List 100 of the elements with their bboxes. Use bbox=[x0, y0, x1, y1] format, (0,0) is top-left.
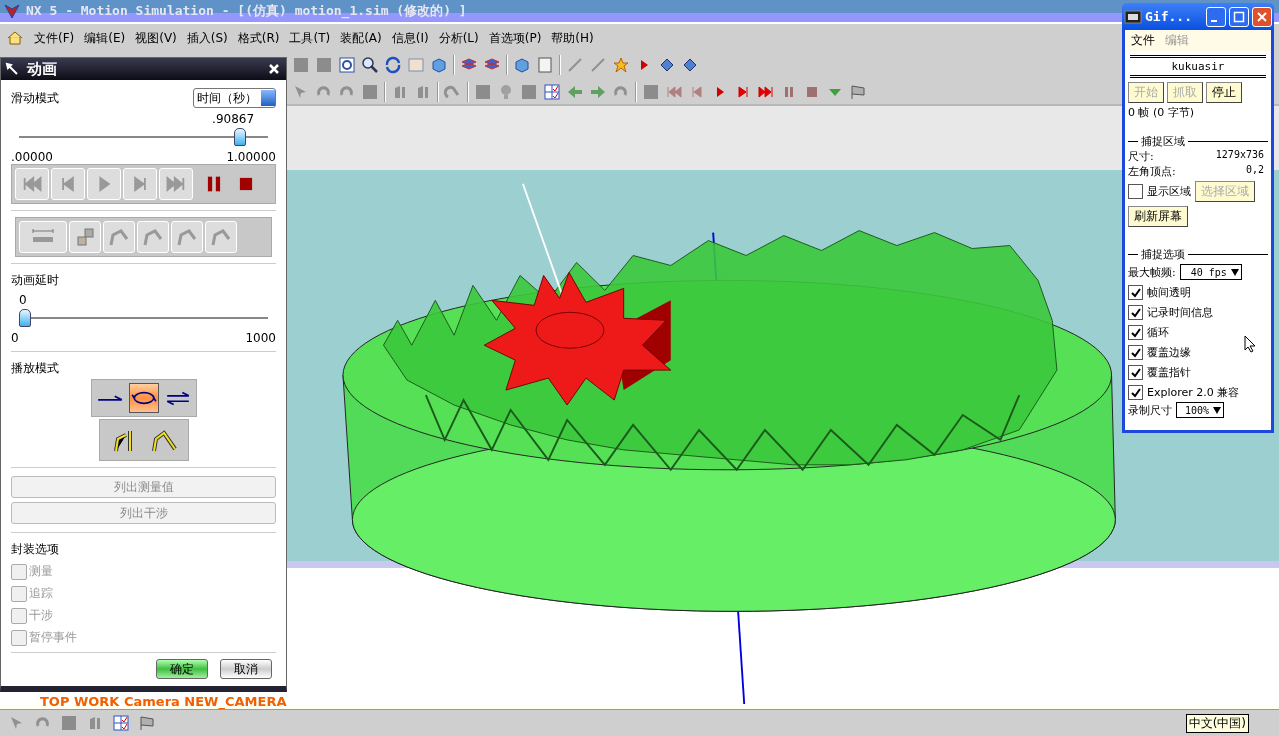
page-icon[interactable] bbox=[536, 55, 554, 74]
blocks-button[interactable] bbox=[69, 221, 101, 253]
robot-arm-icon bbox=[141, 227, 165, 247]
menu-item[interactable]: 视图(V) bbox=[135, 29, 177, 47]
menu-item[interactable]: 首选项(P) bbox=[488, 29, 542, 47]
skip-start-button[interactable] bbox=[15, 168, 49, 200]
menu-item[interactable]: 帮助(H) bbox=[551, 29, 594, 47]
step-back-button[interactable] bbox=[51, 168, 85, 200]
checkbox-label: 帧间透明 bbox=[1147, 285, 1191, 300]
slider-value: .90867 bbox=[211, 112, 256, 126]
play-button[interactable] bbox=[87, 168, 121, 200]
minimize-button[interactable] bbox=[1206, 6, 1226, 27]
menu-item[interactable]: 工具(T) bbox=[289, 29, 331, 47]
magnifier-icon[interactable] bbox=[361, 55, 379, 74]
maximize-icon bbox=[1233, 10, 1245, 23]
section-label: 封装选项 bbox=[11, 541, 60, 558]
checkbox[interactable] bbox=[1128, 325, 1143, 340]
checkbox[interactable] bbox=[1128, 184, 1143, 199]
checkbox-label: 循环 bbox=[1147, 325, 1169, 340]
square-icon[interactable] bbox=[642, 82, 660, 101]
flag-icon[interactable] bbox=[849, 82, 867, 101]
menu-item[interactable]: 插入(S) bbox=[186, 29, 228, 47]
section-label: 播放模式 bbox=[11, 360, 60, 377]
field-label: 左角顶点: bbox=[1128, 164, 1176, 179]
check-icon bbox=[1129, 306, 1142, 319]
skip-end-button[interactable] bbox=[159, 168, 193, 200]
line-icon[interactable] bbox=[589, 55, 607, 74]
checkbox-label: 覆盖指针 bbox=[1147, 365, 1191, 380]
menu-item[interactable]: 文件 bbox=[1131, 32, 1155, 49]
check-icon bbox=[1129, 286, 1142, 299]
section-label: 动画延时 bbox=[11, 272, 60, 289]
field-value: 1279x736 bbox=[1215, 149, 1264, 162]
recorder-button[interactable]: 停止 bbox=[1206, 82, 1242, 103]
film-icon bbox=[1124, 9, 1142, 24]
fps-dropdown[interactable]: 40 fps bbox=[1179, 264, 1242, 280]
star-icon[interactable] bbox=[612, 55, 630, 74]
field-label: 最大帧频: bbox=[1128, 264, 1176, 280]
checkbox[interactable] bbox=[1128, 365, 1143, 380]
checkbox[interactable] bbox=[1128, 345, 1143, 360]
slider-thumb[interactable] bbox=[19, 309, 31, 327]
house-icon[interactable] bbox=[6, 29, 24, 47]
skip-start-icon bbox=[21, 173, 43, 195]
checkbox-label: 测量 bbox=[29, 563, 53, 580]
view-label: TOP WORK Camera NEW_CAMERA bbox=[40, 695, 287, 709]
square-icon[interactable] bbox=[292, 55, 310, 74]
slider-min: .00000 bbox=[11, 150, 53, 164]
checkbox[interactable] bbox=[1128, 385, 1143, 400]
maximize-button[interactable] bbox=[1229, 6, 1249, 27]
robot-arm-button[interactable] bbox=[171, 221, 203, 253]
check-icon bbox=[1129, 326, 1142, 339]
section-heading: 捕捉区域 bbox=[1141, 134, 1185, 149]
menu-item[interactable]: 格式(R) bbox=[237, 29, 280, 47]
refresh-icon[interactable] bbox=[384, 55, 402, 74]
menu-item[interactable]: 编辑(E) bbox=[84, 29, 126, 47]
checkbox-label: 显示区域 bbox=[1147, 184, 1191, 199]
flag-icon[interactable] bbox=[138, 714, 156, 732]
step-forward-button[interactable] bbox=[123, 168, 157, 200]
mode-dropdown[interactable]: 时间（秒） bbox=[193, 88, 276, 108]
square-icon[interactable] bbox=[474, 82, 492, 101]
square-icon[interactable] bbox=[60, 714, 78, 732]
check-icon bbox=[1129, 346, 1142, 359]
menu-item[interactable]: 分析(L) bbox=[438, 29, 479, 47]
dimension-button[interactable] bbox=[19, 221, 67, 253]
skip-end-icon bbox=[165, 173, 187, 195]
checkbox[interactable] bbox=[1128, 285, 1143, 300]
input-language-indicator[interactable]: 中文(中国) bbox=[1185, 713, 1249, 733]
minimize-icon bbox=[1211, 19, 1217, 22]
square-icon[interactable] bbox=[315, 55, 333, 74]
robot-arm-button[interactable] bbox=[103, 221, 135, 253]
square-icon[interactable] bbox=[361, 82, 379, 101]
field-label: 尺寸: bbox=[1128, 149, 1154, 164]
refresh-screen-button[interactable]: 刷新屏幕 bbox=[1128, 206, 1188, 227]
menu-item[interactable]: 装配(A) bbox=[340, 29, 382, 47]
slider-max: 1000 bbox=[245, 331, 276, 345]
zoom-box-icon[interactable] bbox=[338, 55, 356, 74]
check-icon bbox=[1129, 386, 1142, 399]
arrow-right-icon bbox=[96, 395, 123, 401]
robot-arm-button[interactable] bbox=[205, 221, 237, 253]
mouse-pointer-icon bbox=[1244, 335, 1256, 353]
robot-arm-button[interactable] bbox=[137, 221, 169, 253]
loop-button[interactable] bbox=[128, 383, 159, 413]
ok-button[interactable]: 确定 bbox=[156, 659, 208, 679]
slider-thumb[interactable] bbox=[234, 128, 247, 146]
pin-icon[interactable] bbox=[5, 62, 19, 76]
line-icon[interactable] bbox=[566, 55, 584, 74]
cancel-button[interactable]: 取消 bbox=[220, 659, 272, 679]
record-size-dropdown[interactable]: 100% bbox=[1176, 402, 1225, 418]
checkbox[interactable] bbox=[1128, 305, 1143, 320]
checklist-icon[interactable] bbox=[543, 82, 561, 101]
checklist-icon[interactable] bbox=[112, 714, 130, 732]
square-icon[interactable] bbox=[520, 82, 538, 101]
menu-item[interactable]: 信息(I) bbox=[391, 29, 429, 47]
checkbox-label: 覆盖边缘 bbox=[1147, 345, 1191, 360]
field-label: 滑动模式 bbox=[11, 89, 59, 107]
slider-max: 1.00000 bbox=[226, 150, 276, 164]
checkbox-label: 记录时间信息 bbox=[1147, 305, 1213, 320]
menu-item[interactable]: 文件(F) bbox=[34, 29, 75, 47]
robot-arm-icon bbox=[175, 227, 199, 247]
checkbox-label: Explorer 2.0 兼容 bbox=[1147, 385, 1240, 400]
window-title: Gif... bbox=[1145, 9, 1193, 24]
